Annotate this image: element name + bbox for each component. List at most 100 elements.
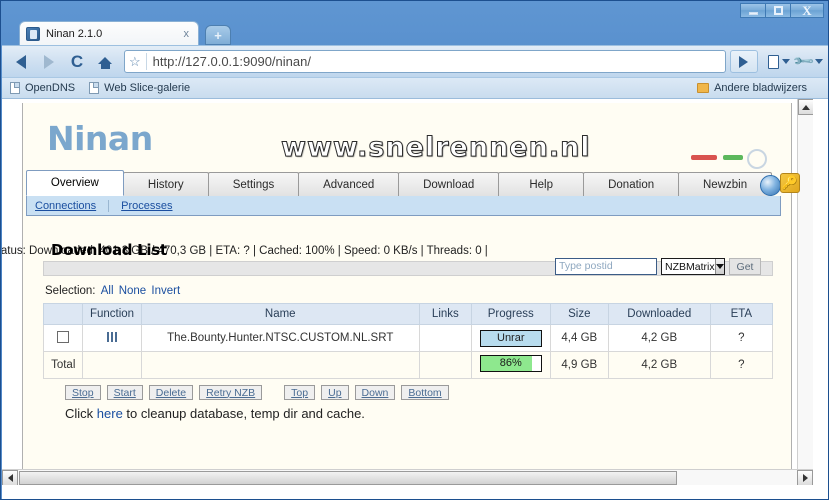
postid-source-select[interactable]: NZBMatrix — [661, 258, 725, 275]
header-function: Function — [82, 303, 142, 325]
total-progress-bar: 86% — [479, 355, 542, 372]
scroll-right-button[interactable] — [797, 470, 813, 485]
row-checkbox[interactable] — [57, 330, 70, 343]
tab-advanced[interactable]: Advanced — [298, 172, 400, 196]
bookmark-label: OpenDNS — [25, 82, 76, 94]
tab-overview[interactable]: Overview — [26, 170, 124, 196]
tab-close-icon[interactable]: x — [181, 28, 193, 40]
folder-icon — [697, 83, 710, 93]
ninan-app: Ninan www.snelrennen.nl Overview History… — [2, 103, 800, 483]
top-button[interactable]: Top — [284, 385, 316, 400]
tab-download[interactable]: Download — [398, 172, 500, 196]
tab-settings[interactable]: Settings — [207, 172, 300, 196]
get-button[interactable]: Get — [729, 258, 761, 275]
minimize-button[interactable] — [740, 3, 766, 18]
forward-button[interactable] — [36, 50, 62, 74]
stop-button[interactable]: Stop — [65, 385, 101, 400]
postid-input[interactable]: Type postid — [555, 258, 657, 275]
chevron-down-icon — [815, 59, 823, 64]
header-select — [42, 303, 84, 325]
ninan-favicon-icon — [26, 26, 40, 41]
scroll-up-button[interactable] — [798, 99, 813, 115]
subnav-connections[interactable]: Connections — [35, 200, 96, 212]
app-tab-bar: Overview History Settings Advanced Downl… — [26, 170, 773, 196]
app-logo: Ninan — [47, 119, 153, 158]
go-arrow-icon — [739, 55, 749, 68]
sub-navigation: Connections Processes — [26, 196, 781, 216]
bookmark-star-icon[interactable]: ☆ — [129, 55, 141, 68]
home-button[interactable] — [92, 50, 118, 74]
chevron-right-icon — [802, 474, 808, 482]
horizontal-scroll-thumb[interactable] — [19, 471, 677, 485]
delete-button[interactable]: Delete — [148, 385, 194, 400]
header-size: Size — [549, 303, 609, 325]
subnav-processes[interactable]: Processes — [121, 200, 172, 212]
arrow-right-icon — [44, 54, 54, 69]
bookmark-label: Andere bladwijzers — [714, 82, 807, 94]
web-page: Ninan www.snelrennen.nl Overview History… — [2, 99, 813, 485]
header-links: Links — [418, 303, 472, 325]
tools-menu-button[interactable]: 🔧 — [791, 49, 823, 73]
up-button[interactable]: Up — [321, 385, 349, 400]
bookmark-web-slice-galerie[interactable]: Web Slice-galerie — [89, 82, 190, 94]
download-list-table: Function Name Links Progress Size Downlo… — [42, 303, 774, 379]
bookmarks-bar: OpenDNS Web Slice-galerie Andere bladwij… — [2, 77, 828, 99]
page-horizontal-scrollbar[interactable] — [2, 469, 813, 485]
bottom-button[interactable]: Bottom — [401, 385, 449, 400]
globe-icon — [760, 175, 781, 196]
cleanup-suffix: to cleanup database, temp dir and cache. — [122, 406, 365, 421]
header-eta: ETA — [709, 303, 774, 325]
down-button[interactable]: Down — [354, 385, 396, 400]
go-button[interactable] — [729, 50, 758, 73]
select-invert-link[interactable]: Invert — [151, 285, 180, 297]
cleanup-prefix: Click — [65, 406, 97, 421]
browser-window: X Ninan 2.1.0 x + C ☆ http://127.0.0.1:9… — [0, 0, 829, 500]
page-menu-button[interactable] — [767, 54, 790, 69]
row-name[interactable]: The.Bounty.Hunter.NTSC.CUSTOM.NL.SRT — [140, 324, 420, 352]
tab-help[interactable]: Help — [498, 172, 585, 196]
tab-newzbin[interactable]: Newzbin — [678, 172, 773, 196]
browser-tab[interactable]: Ninan 2.1.0 x — [19, 21, 199, 45]
maximize-button[interactable] — [765, 3, 791, 18]
row-eta: ? — [709, 324, 774, 352]
title-bar: X — [1, 1, 828, 19]
tab-history[interactable]: History — [122, 172, 209, 196]
key-icon[interactable]: 🔑 — [780, 173, 800, 193]
arrow-left-icon — [16, 54, 26, 69]
tab-donation[interactable]: Donation — [583, 172, 680, 196]
action-buttons: Stop Start Delete Retry NZB Top Up Down … — [65, 385, 455, 400]
page-icon — [89, 82, 100, 94]
chevron-left-icon — [7, 474, 13, 482]
address-bar[interactable]: ☆ http://127.0.0.1:9090/ninan/ — [124, 50, 726, 73]
selection-row: Selection: All None Invert — [45, 285, 180, 297]
page-icon — [10, 82, 20, 94]
decorative-circle — [747, 149, 767, 169]
retry-nzb-button[interactable]: Retry NZB — [199, 385, 263, 400]
pause-icon[interactable] — [106, 331, 118, 342]
wrench-icon: 🔧 — [791, 49, 815, 73]
select-all-link[interactable]: All — [101, 285, 114, 297]
browser-tab-title: Ninan 2.1.0 — [46, 27, 103, 40]
close-button[interactable]: X — [790, 3, 824, 18]
reload-button[interactable]: C — [64, 50, 90, 74]
page-vertical-scrollbar[interactable] — [797, 99, 813, 485]
url-separator — [145, 53, 147, 70]
cleanup-here-link[interactable]: here — [97, 406, 123, 421]
decorative-bar-red — [691, 155, 717, 160]
new-tab-button[interactable]: + — [205, 25, 231, 45]
navigation-toolbar: C ☆ http://127.0.0.1:9090/ninan/ 🔧 — [2, 45, 828, 77]
chevron-down-icon — [781, 59, 790, 64]
page-title: Download List — [51, 241, 167, 259]
url-text: http://127.0.0.1:9090/ninan/ — [152, 54, 311, 69]
minimize-icon — [748, 11, 758, 15]
back-button[interactable] — [8, 50, 34, 74]
scroll-left-button[interactable] — [2, 470, 18, 485]
row-size: 4,4 GB — [549, 324, 609, 352]
header-downloaded: Downloaded — [607, 303, 711, 325]
row-function-cell — [82, 324, 142, 352]
select-none-link[interactable]: None — [119, 285, 147, 297]
bookmark-other-folder[interactable]: Andere bladwijzers — [697, 82, 807, 94]
start-button[interactable]: Start — [106, 385, 143, 400]
subnav-divider — [108, 199, 110, 212]
bookmark-opendns[interactable]: OpenDNS — [10, 82, 75, 94]
